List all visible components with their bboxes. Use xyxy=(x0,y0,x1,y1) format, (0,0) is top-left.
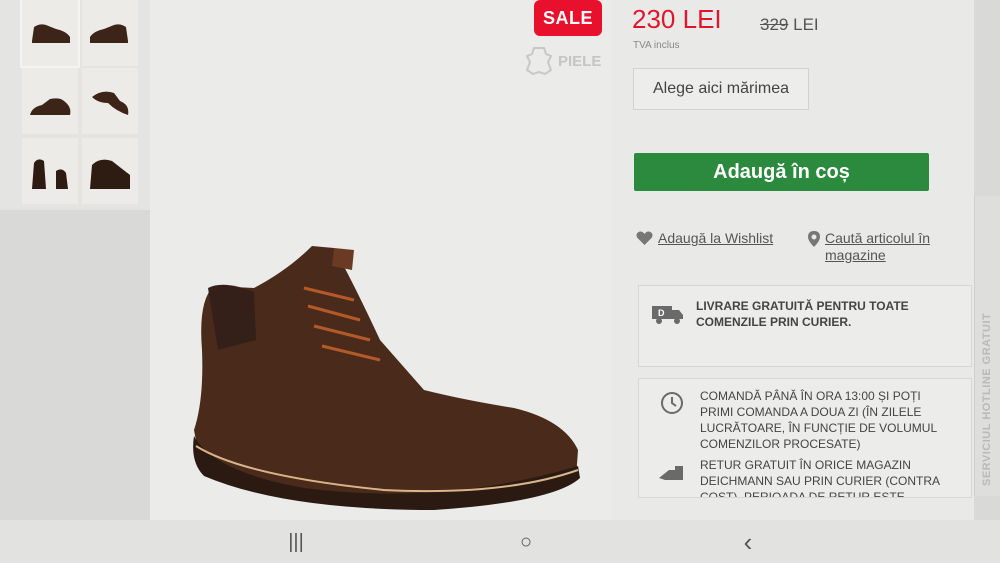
recents-button[interactable]: ||| xyxy=(276,528,316,556)
old-price-currency: LEI xyxy=(793,15,819,34)
size-select-button[interactable]: Alege aici mărimea xyxy=(633,68,809,110)
find-in-store-link[interactable]: Caută articolul în magazine xyxy=(808,230,958,264)
find-in-store-label: Caută articolul în magazine xyxy=(825,230,931,263)
back-button[interactable]: ‹ xyxy=(728,527,768,557)
svg-text:D: D xyxy=(658,308,665,318)
returns-text: RETUR GRATUIT ÎN ORICE MAGAZIN DEICHMANN… xyxy=(700,458,940,497)
thumbnail-gallery xyxy=(0,0,150,210)
returns-row: RETUR GRATUIT ÎN ORICE MAGAZIN DEICHMANN… xyxy=(654,457,954,497)
free-delivery-row: D LIVRARE GRATUITĂ PENTRU TOATE COMENZIL… xyxy=(650,298,950,330)
wishlist-label: Adaugă la Wishlist xyxy=(658,230,774,246)
leather-icon xyxy=(526,47,552,76)
hotline-label: SERVICIUL HOTLINE GRATUIT xyxy=(981,312,993,486)
thumbnail-2[interactable] xyxy=(82,0,138,66)
delivery-truck-icon: D xyxy=(652,306,683,324)
return-package-icon xyxy=(659,466,683,480)
heart-icon xyxy=(636,231,653,245)
system-navigation-bar: ||| ○ ‹ xyxy=(0,520,1000,563)
product-boot-image xyxy=(193,246,580,510)
thumbnail-6[interactable] xyxy=(82,138,138,204)
thumbnail-5[interactable] xyxy=(22,138,78,204)
material-label: PIELE xyxy=(558,52,602,70)
thumbnail-1[interactable] xyxy=(20,0,80,68)
boot-other-side-thumbnail-icon xyxy=(90,24,128,43)
thumbnail-4[interactable] xyxy=(82,68,138,134)
boot-back-thumbnail-icon xyxy=(32,159,68,189)
sale-badge: SALE xyxy=(534,0,602,36)
old-price: 329 LEI xyxy=(760,15,819,35)
material-indicator: PIELE xyxy=(526,46,601,76)
home-button[interactable]: ○ xyxy=(506,528,546,556)
thumbnail-3[interactable] xyxy=(22,68,78,134)
vat-note: TVA inclus xyxy=(633,40,680,51)
location-pin-icon xyxy=(808,231,820,247)
clock-icon xyxy=(661,392,683,414)
old-price-value: 329 xyxy=(760,15,789,34)
boot-side-thumbnail-icon xyxy=(32,24,70,43)
free-delivery-text: LIVRARE GRATUITĂ PENTRU TOATE COMENZILE … xyxy=(696,299,909,329)
current-price: 230 LEI xyxy=(632,4,722,34)
boot-front-thumbnail-icon xyxy=(30,98,71,115)
boot-sole-thumbnail-icon xyxy=(92,91,129,115)
add-to-cart-button[interactable]: Adaugă în coș xyxy=(634,153,929,191)
wishlist-link[interactable]: Adaugă la Wishlist xyxy=(636,230,773,246)
order-time-text: COMANDĂ PÂNĂ ÎN ORA 13:00 ȘI POȚI PRIMI … xyxy=(700,389,937,451)
order-time-row: COMANDĂ PÂNĂ ÎN ORA 13:00 ȘI POȚI PRIMI … xyxy=(654,388,954,452)
product-image-panel xyxy=(150,0,612,520)
boot-detail-thumbnail-icon xyxy=(90,159,130,189)
hotline-side-tab[interactable]: SERVICIUL HOTLINE GRATUIT xyxy=(974,196,1000,496)
